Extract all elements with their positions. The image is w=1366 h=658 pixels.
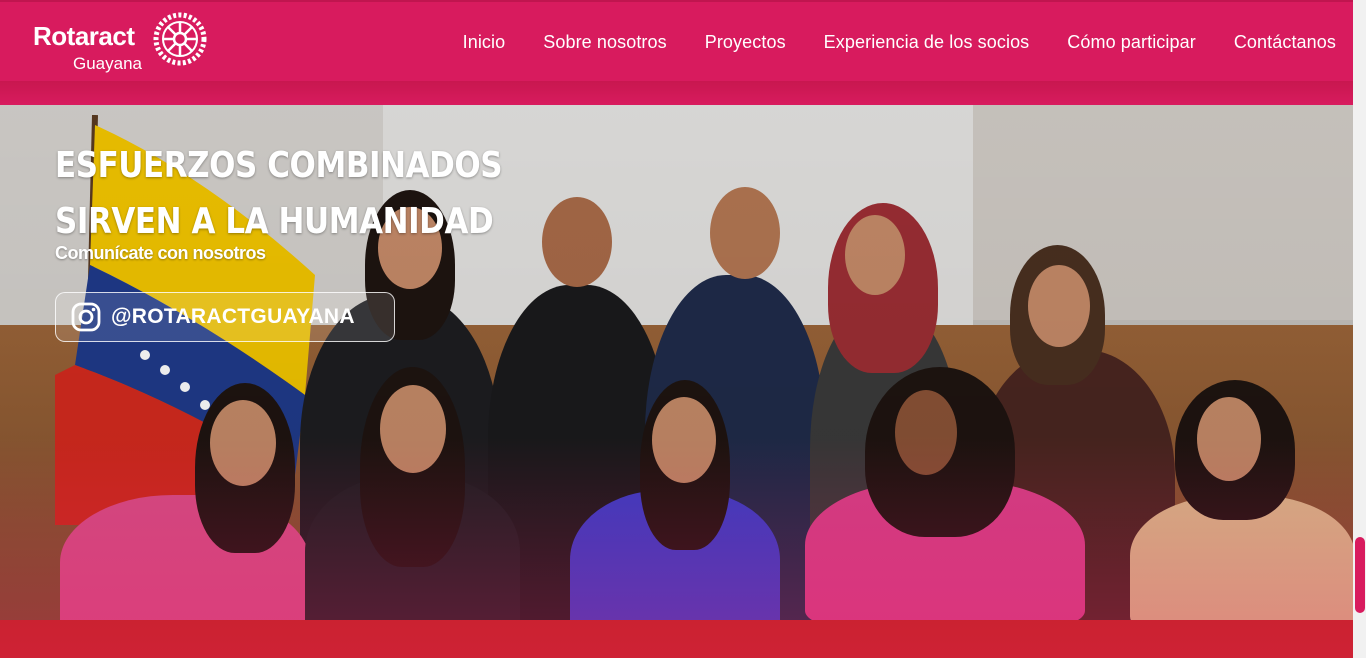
hero-subtitle: Comunícate con nosotros — [55, 243, 266, 263]
nav-inicio[interactable]: Inicio — [463, 32, 506, 53]
hero-banner: ESFUERZOS COMBINADOS SIRVEN A LA HUMANID… — [0, 105, 1353, 658]
site-logo[interactable]: Rotaract Guayana — [33, 12, 213, 74]
nav-como-participar[interactable]: Cómo participar — [1067, 32, 1196, 53]
nav-experiencia-socios[interactable]: Experiencia de los socios — [824, 32, 1030, 53]
main-nav: Inicio Sobre nosotros Proyectos Experien… — [463, 32, 1336, 53]
scrollbar-thumb[interactable] — [1355, 537, 1365, 613]
nav-contactanos[interactable]: Contáctanos — [1234, 32, 1336, 53]
instagram-icon — [71, 302, 101, 332]
hero-title-line1: ESFUERZOS COMBINADOS — [55, 145, 503, 186]
logo-subtitle: Guayana — [73, 54, 142, 73]
page-scrollbar[interactable] — [1353, 0, 1366, 658]
hero-title: ESFUERZOS COMBINADOS SIRVEN A LA HUMANID… — [55, 138, 503, 250]
logo-wordmark: Rotaract — [33, 21, 135, 51]
nav-sobre-nosotros[interactable]: Sobre nosotros — [543, 32, 666, 53]
site-header: Rotaract Guayana Inicio Sobre nosotros P… — [0, 0, 1353, 81]
header-shadow-band — [0, 81, 1353, 105]
hero-title-line2: SIRVEN A LA HUMANIDAD — [55, 201, 494, 242]
rotary-wheel-icon — [153, 12, 207, 66]
instagram-link-button[interactable]: @ROTARACTGUAYANA — [55, 292, 395, 342]
instagram-handle: @ROTARACTGUAYANA — [111, 305, 355, 328]
nav-proyectos[interactable]: Proyectos — [705, 32, 786, 53]
